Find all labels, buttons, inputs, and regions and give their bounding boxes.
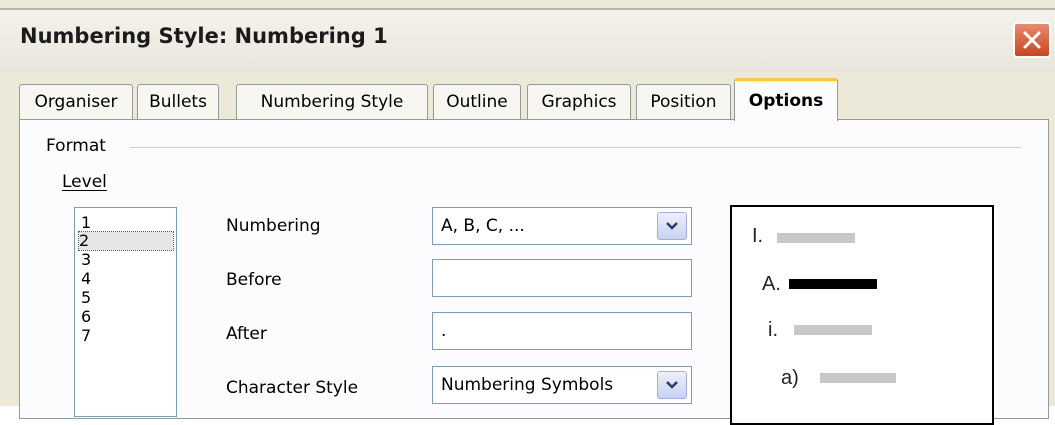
numbering-select-value: A, B, C, ... [441,216,525,236]
character-style-label: Character Style [226,378,359,398]
format-frame-label: Format [46,136,106,156]
preview-label-level-2: A. [762,273,781,295]
chevron-down-icon [666,381,678,389]
before-label: Before [226,270,282,290]
tab-bullets[interactable]: Bullets [137,84,219,120]
preview-label-level-1: I. [752,225,764,247]
title-bar[interactable]: Numbering Style: Numbering 1 [0,8,1055,72]
tab-bar: Organiser Bullets Numbering Style Outlin… [19,78,1049,121]
level-item-6[interactable]: 6 [81,308,91,326]
level-item-5[interactable]: 5 [81,289,91,307]
after-input[interactable]: . [432,312,692,350]
after-label: After [226,324,267,344]
format-frame-divider [130,147,1021,148]
tab-graphics[interactable]: Graphics [527,84,631,120]
level-item-2[interactable]: 2 [78,231,174,251]
level-list[interactable]: 1 2 3 4 5 6 7 [74,207,177,417]
close-icon [1023,31,1041,49]
before-input[interactable] [432,259,692,297]
level-item-3[interactable]: 3 [81,251,91,269]
preview-bar-level-2 [789,279,877,289]
level-item-1[interactable]: 1 [81,214,91,232]
numbering-dropdown-button[interactable] [657,212,687,240]
preview-label-level-4: a) [781,367,799,389]
numbering-select[interactable]: A, B, C, ... [432,207,692,245]
after-input-value: . [441,321,447,341]
level-label: Level [62,172,107,192]
close-button[interactable] [1013,22,1051,58]
tab-position[interactable]: Position [636,84,731,120]
numbering-style-dialog: Numbering Style: Numbering 1 Organiser B… [0,0,1055,425]
chevron-down-icon [666,222,678,230]
numbering-label: Numbering [226,216,321,236]
numbering-preview: I. A. i. a) [730,205,994,425]
preview-label-level-3: i. [768,319,778,341]
preview-bar-level-3 [794,325,872,335]
level-item-4[interactable]: 4 [81,270,91,288]
preview-bar-level-1 [777,233,855,243]
tab-numbering-style[interactable]: Numbering Style [236,84,428,120]
window-title: Numbering Style: Numbering 1 [20,24,388,48]
character-style-select[interactable]: Numbering Symbols [432,366,692,404]
preview-bar-level-4 [820,373,896,383]
tab-options[interactable]: Options [734,78,838,121]
character-style-select-value: Numbering Symbols [441,375,614,395]
level-item-7[interactable]: 7 [81,327,91,345]
character-style-dropdown-button[interactable] [657,371,687,399]
tab-organiser[interactable]: Organiser [19,84,133,120]
tab-outline[interactable]: Outline [433,84,521,120]
